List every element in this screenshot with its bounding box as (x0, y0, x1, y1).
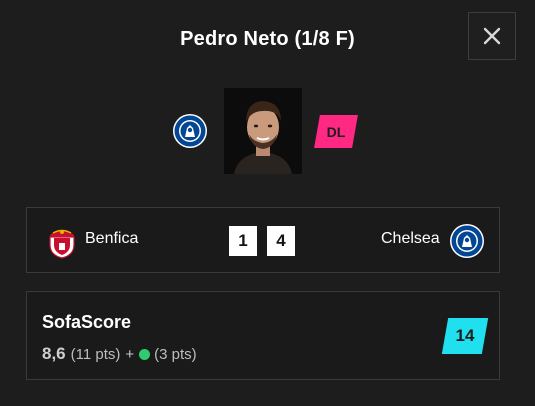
rating-card: SofaScore 8,6 (11 pts) + (3 pts) 14 (26, 291, 500, 380)
match-card[interactable]: Benfica 1 4 Chelsea (26, 207, 500, 273)
position-label: DL (326, 123, 346, 140)
green-dot-icon (139, 348, 151, 360)
close-button[interactable] (468, 12, 516, 60)
plus-sign: + (125, 345, 135, 363)
chelsea-crest-icon (449, 223, 485, 259)
score-badge-value: 14 (455, 326, 475, 345)
home-score: 1 (229, 226, 257, 256)
rating-points: (11 pts) (70, 345, 121, 363)
rating-breakdown: 8,6 (11 pts) + (3 pts) (42, 344, 197, 364)
chelsea-crest-icon (172, 113, 208, 149)
rating-value: 8,6 (42, 344, 66, 363)
close-icon (483, 27, 501, 45)
page-title: Pedro Neto (1/8 F) (180, 28, 355, 50)
position-badge: DL (317, 115, 355, 148)
away-team-name: Chelsea (381, 230, 440, 247)
home-team-name: Benfica (85, 230, 139, 247)
player-photo (224, 88, 302, 174)
bonus-points: (3 pts) (154, 345, 197, 363)
away-score: 4 (267, 226, 295, 256)
benfica-crest-icon (44, 223, 80, 259)
rating-title: SofaScore (42, 312, 132, 332)
score-badge: 14 (445, 318, 485, 354)
